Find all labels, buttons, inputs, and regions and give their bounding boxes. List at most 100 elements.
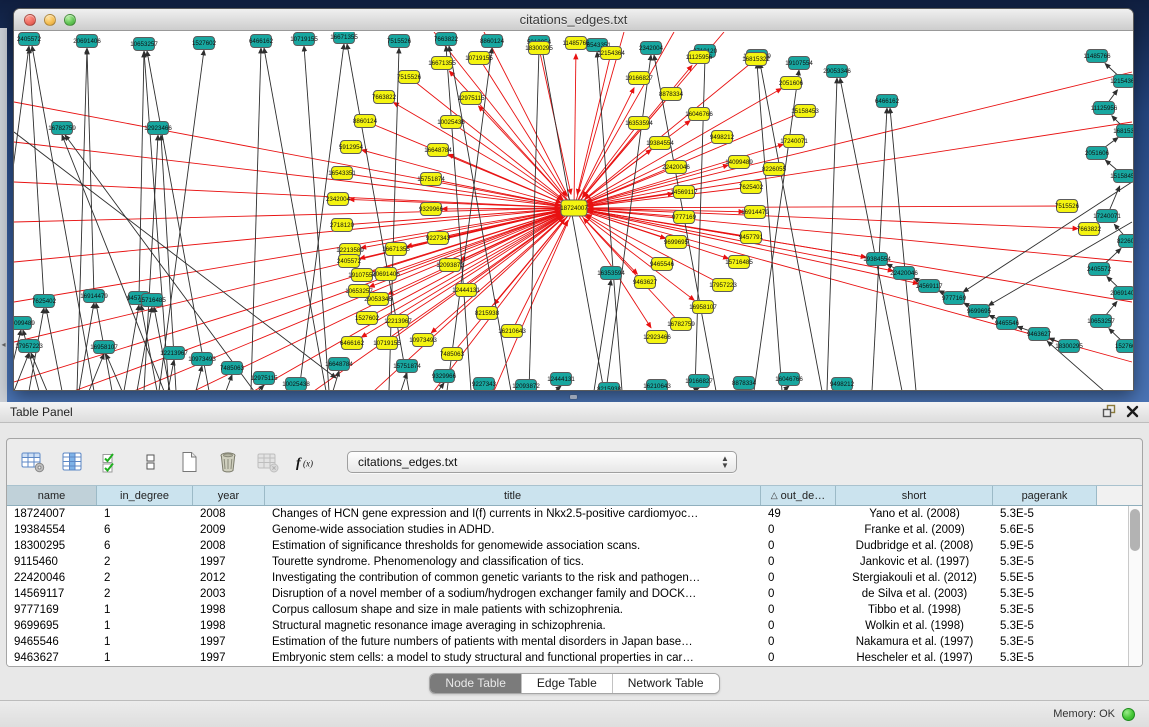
create-table-icon[interactable]	[175, 449, 203, 475]
graph-node[interactable]: 19384554	[863, 253, 891, 266]
table-selector-dropdown[interactable]: citations_edges.txt▲▼	[347, 451, 737, 473]
graph-node[interactable]: 8215938	[475, 307, 500, 320]
delete-table-icon[interactable]	[214, 449, 242, 475]
graph-node[interactable]: 9463627	[1027, 328, 1052, 341]
graph-node[interactable]: 6466162	[249, 35, 274, 48]
tab-node-table[interactable]: Node Table	[430, 674, 522, 693]
graph-node[interactable]: 12923466	[643, 331, 671, 344]
graph-node[interactable]: 10719155	[465, 52, 493, 65]
graph-node[interactable]: 12093872	[436, 259, 464, 272]
graph-node[interactable]: 17957223	[15, 340, 43, 353]
close-panel-icon[interactable]	[1126, 405, 1139, 418]
graph-node[interactable]: 16914479	[80, 290, 108, 303]
graph-node[interactable]: 9777169	[672, 211, 697, 224]
graph-node[interactable]: 14569117	[670, 186, 698, 199]
tab-network-table[interactable]: Network Table	[613, 674, 719, 693]
graph-node[interactable]: 12975115	[457, 92, 485, 105]
graph-node[interactable]: 9227343	[472, 378, 497, 391]
graph-node[interactable]: 10973493	[409, 334, 437, 347]
panel-splitter[interactable]	[0, 391, 1149, 402]
graph-node[interactable]: 9498212	[830, 378, 855, 391]
table-column-settings-icon[interactable]	[19, 449, 47, 475]
table-row[interactable]: 1938455462009Genome-wide association stu…	[7, 522, 1128, 538]
graph-node[interactable]: 7485063	[220, 362, 245, 375]
graph-node[interactable]: 9227343	[426, 232, 451, 245]
graph-node[interactable]: 10025438	[282, 378, 310, 391]
network-graph-svg[interactable]: 2405572 20691406 10653257 1527602 6466162 107…	[14, 32, 1133, 391]
graph-node[interactable]: 19107554	[785, 57, 813, 70]
graph-node[interactable]: 12923466	[144, 122, 172, 135]
graph-node[interactable]: 8860124	[480, 35, 505, 48]
graph-node[interactable]: 9463627	[633, 276, 658, 289]
graph-node[interactable]: 18300295	[1055, 340, 1083, 353]
graph-node[interactable]: 10973493	[188, 353, 216, 366]
table-row[interactable]: 911546021997Tourette syndrome. Phenomeno…	[7, 554, 1128, 570]
graph-node[interactable]: 15158453	[791, 105, 819, 118]
graph-node[interactable]: 15751874	[417, 173, 445, 186]
graph-node[interactable]: 12154364	[1110, 75, 1133, 88]
graph-node[interactable]: 7515526	[397, 71, 422, 84]
network-window-titlebar[interactable]: citations_edges.txt	[14, 9, 1133, 31]
graph-node[interactable]: 11485766	[1083, 50, 1111, 63]
graph-node[interactable]: 16958107	[689, 301, 717, 314]
column-header-out_de[interactable]: △out_de…	[761, 486, 836, 505]
column-header-year[interactable]: year	[193, 486, 265, 505]
graph-node[interactable]: 7485063	[440, 348, 465, 361]
graph-node[interactable]: 10025438	[437, 116, 465, 129]
graph-node[interactable]: 15158453	[1110, 170, 1133, 183]
network-view-window[interactable]: citations_edges.txt 2405572 20691406 10653…	[13, 8, 1134, 391]
graph-node[interactable]: 9498212	[710, 131, 735, 144]
graph-node[interactable]: 16914479	[741, 206, 769, 219]
table-row[interactable]: 1830029562008Estimation of significance …	[7, 538, 1128, 554]
graph-node[interactable]: 7515526	[387, 35, 412, 48]
graph-node[interactable]: 9457791	[739, 231, 764, 244]
row-height-icon[interactable]	[136, 449, 164, 475]
graph-node[interactable]: 8226055	[1117, 235, 1133, 248]
graph-node[interactable]: 12093872	[512, 380, 540, 392]
graph-node[interactable]: 2405572	[1087, 263, 1112, 276]
graph-node[interactable]: 12444131	[452, 284, 480, 297]
graph-node[interactable]: 1527602	[355, 312, 380, 325]
graph-node[interactable]: 12213967	[384, 315, 412, 328]
table-row[interactable]: 1872400712008Changes of HCN gene express…	[7, 506, 1128, 522]
graph-node[interactable]: 11125956	[686, 51, 713, 64]
graph-node[interactable]: 14099489	[725, 156, 753, 169]
graph-node[interactable]: 16815322	[1113, 125, 1133, 138]
graph-node[interactable]: 18300295	[525, 42, 553, 55]
graph-node[interactable]: 19384554	[646, 137, 674, 150]
graph-node[interactable]: 9699695	[664, 236, 689, 249]
column-header-pagerank[interactable]: pagerank	[993, 486, 1097, 505]
graph-node[interactable]: 10653257	[1087, 315, 1115, 328]
graph-node[interactable]: 8878334	[659, 88, 684, 101]
graph-node[interactable]: 16210643	[643, 380, 671, 392]
graph-node[interactable]: 12975115	[250, 372, 278, 385]
table-row[interactable]: 1456911722003Disruption of a novel membe…	[7, 586, 1128, 602]
graph-node[interactable]: 2718120	[330, 219, 355, 232]
graph-node[interactable]: 20691406	[73, 35, 101, 48]
graph-node[interactable]: 16353594	[625, 117, 653, 130]
graph-node[interactable]: 19166827	[685, 375, 713, 388]
graph-node[interactable]: 7515526	[1055, 200, 1080, 213]
graph-node[interactable]: 11125956	[1091, 102, 1118, 115]
graph-node[interactable]: 15716485	[138, 294, 166, 307]
graph-node[interactable]: 17957223	[709, 279, 737, 292]
column-header-title[interactable]: title	[265, 486, 761, 505]
graph-node[interactable]: 16046766	[775, 373, 803, 386]
graph-node[interactable]: 7663822	[1077, 223, 1102, 236]
graph-node[interactable]: 20691406	[1110, 287, 1133, 300]
graph-node[interactable]: 9777169	[942, 292, 967, 305]
graph-node[interactable]: 22420046	[662, 161, 690, 174]
graph-node[interactable]: 7663822	[434, 33, 459, 46]
float-panel-icon[interactable]	[1101, 404, 1117, 418]
table-row[interactable]: 946554611997Estimation of the future num…	[7, 634, 1128, 650]
graph-node[interactable]: 8215938	[597, 383, 622, 392]
function-builder-icon[interactable]: f(x)	[292, 449, 320, 475]
graph-node[interactable]: 16782759	[48, 122, 76, 135]
graph-node[interactable]: 16046766	[685, 108, 713, 121]
graph-node[interactable]: 17240071	[1093, 210, 1121, 223]
graph-node[interactable]: 9465546	[650, 258, 675, 271]
graph-node[interactable]: 7625402	[32, 295, 57, 308]
graph-node[interactable]: 14099489	[14, 317, 35, 330]
table-row[interactable]: 2242004622012Investigating the contribut…	[7, 570, 1128, 586]
graph-node[interactable]: 10653257	[345, 285, 373, 298]
